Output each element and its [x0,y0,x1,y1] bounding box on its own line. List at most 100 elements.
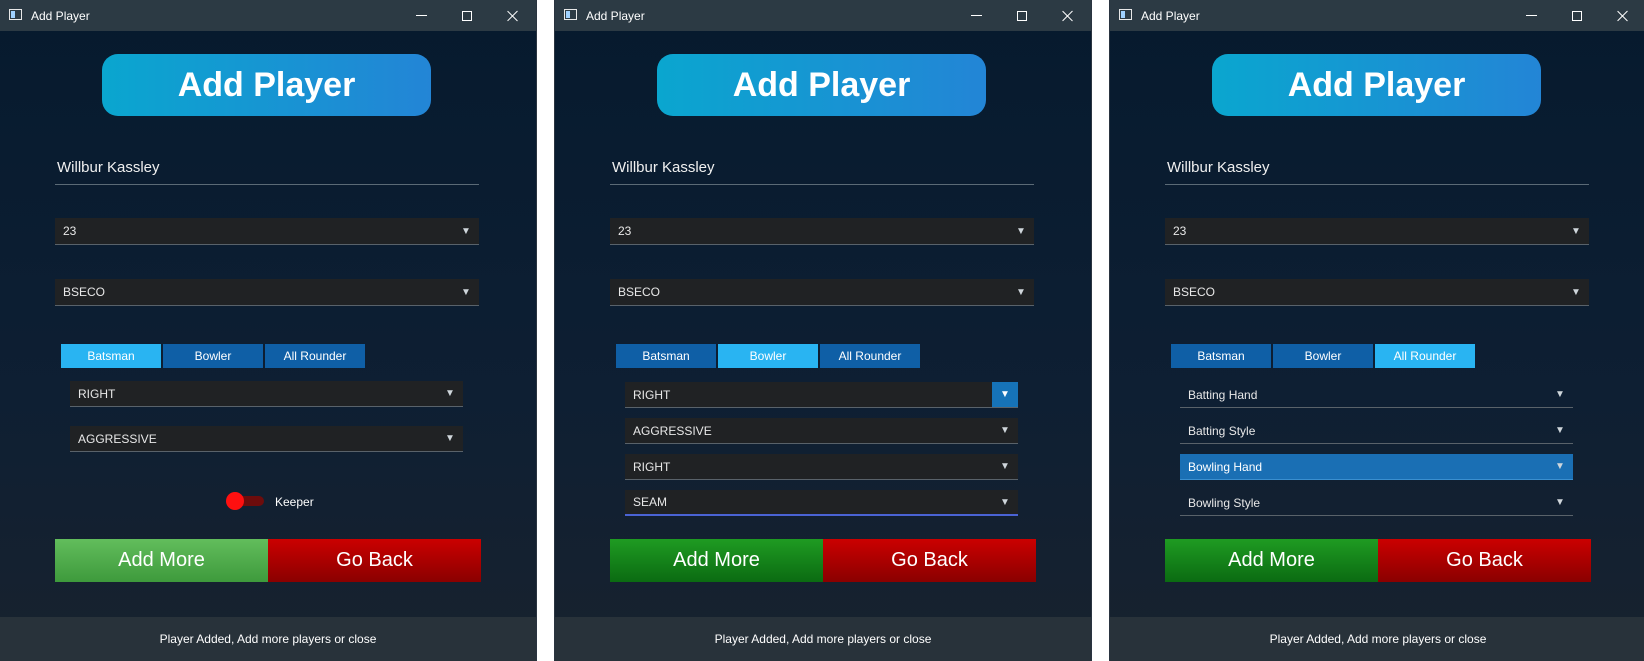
batting-style-combo[interactable]: AGGRESSIVE ▼ [625,418,1018,444]
add-more-button[interactable]: Add More [610,539,823,582]
maximize-icon [462,10,472,21]
tab-bowler[interactable]: Bowler [163,344,263,368]
chevron-down-icon: ▼ [1555,461,1565,472]
window-title: Add Player [586,9,645,23]
add-player-window-all-rounder: Add Player Add Player Willbur Kassley 23… [1110,0,1644,661]
tab-all-rounder[interactable]: All Rounder [265,344,365,368]
batting-hand-combo[interactable]: RIGHT ▼ [625,382,1018,408]
batting-hand-value: RIGHT [633,387,671,402]
bowling-hand-combo[interactable]: RIGHT ▼ [625,454,1018,480]
go-back-button[interactable]: Go Back [823,539,1036,582]
chevron-down-icon: ▼ [1016,225,1026,237]
course-value: BSECO [618,285,661,299]
course-combo[interactable]: BSECO ▼ [55,279,479,306]
minimize-icon [970,15,982,16]
batting-style-value: AGGRESSIVE [78,431,157,446]
maximize-button[interactable] [1554,0,1600,31]
bowling-style-combo[interactable]: SEAM ▼ [625,490,1018,516]
close-icon [1062,10,1074,22]
chevron-down-icon: ▼ [1000,425,1010,436]
tab-batsman[interactable]: Batsman [1171,344,1271,368]
chevron-down-icon: ▼ [1555,497,1565,508]
chevron-down-icon: ▼ [1555,389,1565,400]
maximize-button[interactable] [444,0,490,31]
tab-batsman[interactable]: Batsman [61,344,161,368]
minimize-icon [1525,15,1537,16]
batting-hand-value: RIGHT [78,386,116,401]
age-combo[interactable]: 23 ▼ [1165,218,1589,245]
close-button[interactable] [490,0,536,31]
batting-style-combo[interactable]: Batting Style ▼ [1180,418,1573,444]
tab-bowler[interactable]: Bowler [718,344,818,368]
course-value: BSECO [1173,285,1216,299]
chevron-down-icon: ▼ [992,382,1018,407]
bowling-style-combo[interactable]: Bowling Style ▼ [1180,490,1573,516]
tab-all-rounder[interactable]: All Rounder [1375,344,1475,368]
chevron-down-icon: ▼ [1555,425,1565,436]
player-name-input[interactable]: Willbur Kassley [55,150,479,185]
batting-style-placeholder: Batting Style [1188,423,1256,438]
app-window-icon [1119,9,1132,20]
app-window-icon [564,9,577,20]
close-icon [507,10,519,22]
age-value: 23 [1173,224,1187,238]
age-value: 23 [618,224,632,238]
minimize-button[interactable] [398,0,444,31]
age-combo[interactable]: 23 ▼ [610,218,1034,245]
title-bar: Add Player [555,0,1091,31]
keeper-label: Keeper [275,495,314,509]
app-window-icon [9,9,22,20]
chevron-down-icon: ▼ [1000,496,1010,508]
chevron-down-icon: ▼ [1016,286,1026,298]
go-back-button[interactable]: Go Back [1378,539,1591,582]
bowling-hand-placeholder: Bowling Hand [1188,459,1263,474]
tab-bowler[interactable]: Bowler [1273,344,1373,368]
player-name-input[interactable]: Willbur Kassley [1165,150,1589,185]
bowling-hand-value: RIGHT [633,459,671,474]
title-bar: Add Player [0,0,536,31]
course-combo[interactable]: BSECO ▼ [610,279,1034,306]
batting-hand-combo[interactable]: RIGHT ▼ [70,381,463,407]
minimize-button[interactable] [953,0,999,31]
player-name-input[interactable]: Willbur Kassley [610,150,1034,185]
title-bar: Add Player [1110,0,1644,31]
age-combo[interactable]: 23 ▼ [55,218,479,245]
tab-all-rounder[interactable]: All Rounder [820,344,920,368]
add-player-window-bowler: Add Player Add Player Willbur Kassley 23… [555,0,1091,661]
toggle-knob [226,492,244,510]
status-bar: Player Added, Add more players or close [555,617,1091,661]
chevron-down-icon: ▼ [461,286,471,298]
maximize-icon [1017,10,1027,21]
chevron-down-icon: ▼ [1571,225,1581,237]
status-bar: Player Added, Add more players or close [0,617,536,661]
chevron-down-icon: ▼ [445,433,455,444]
add-player-header: Add Player [102,54,431,116]
add-more-button[interactable]: Add More [1165,539,1378,582]
add-player-header: Add Player [657,54,986,116]
minimize-icon [415,15,427,16]
minimize-button[interactable] [1508,0,1554,31]
close-icon [1617,10,1629,22]
batting-style-value: AGGRESSIVE [633,423,712,438]
tab-batsman[interactable]: Batsman [616,344,716,368]
add-player-window-batsman: Add Player Add Player Willbur Kassley 23… [0,0,536,661]
batting-style-combo[interactable]: AGGRESSIVE ▼ [70,426,463,452]
course-combo[interactable]: BSECO ▼ [1165,279,1589,306]
status-bar: Player Added, Add more players or close [1110,617,1644,661]
course-value: BSECO [63,285,106,299]
window-title: Add Player [1141,9,1200,23]
chevron-down-icon: ▼ [1571,286,1581,298]
maximize-button[interactable] [999,0,1045,31]
bowling-hand-combo[interactable]: Bowling Hand ▼ [1180,454,1573,480]
age-value: 23 [63,224,77,238]
batting-hand-combo[interactable]: Batting Hand ▼ [1180,382,1573,408]
batting-hand-placeholder: Batting Hand [1188,387,1258,402]
add-more-button[interactable]: Add More [55,539,268,582]
chevron-down-icon: ▼ [445,388,455,399]
close-button[interactable] [1045,0,1091,31]
chevron-down-icon: ▼ [461,225,471,237]
bowling-style-value: SEAM [633,495,668,509]
keeper-toggle[interactable] [226,492,266,510]
close-button[interactable] [1600,0,1644,31]
go-back-button[interactable]: Go Back [268,539,481,582]
